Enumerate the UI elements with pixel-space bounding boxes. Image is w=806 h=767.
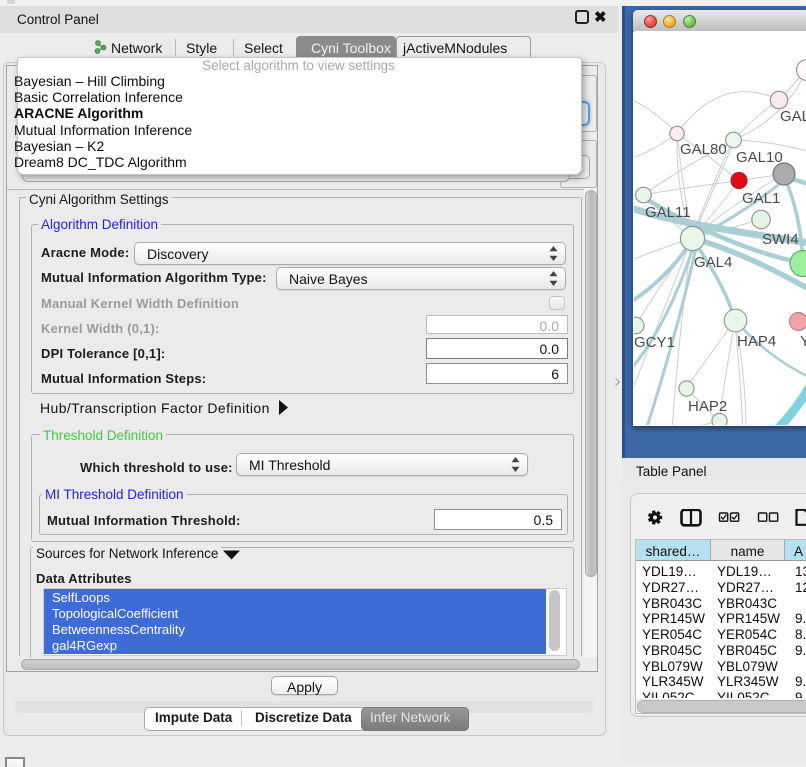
svg-text:Y: Y (800, 333, 806, 350)
svg-text:SWI4: SWI4 (762, 231, 799, 248)
svg-text:GCY1: GCY1 (634, 334, 675, 351)
svg-text:GAL80: GAL80 (680, 141, 727, 158)
svg-text:HAP4: HAP4 (737, 333, 776, 350)
svg-text:GAL: GAL (780, 108, 806, 125)
svg-text:GAL1: GAL1 (742, 190, 780, 207)
svg-text:HAP2: HAP2 (688, 398, 727, 415)
svg-text:GAL11: GAL11 (645, 204, 691, 221)
svg-text:GAL10: GAL10 (736, 149, 783, 166)
svg-text:GAL4: GAL4 (694, 254, 732, 271)
